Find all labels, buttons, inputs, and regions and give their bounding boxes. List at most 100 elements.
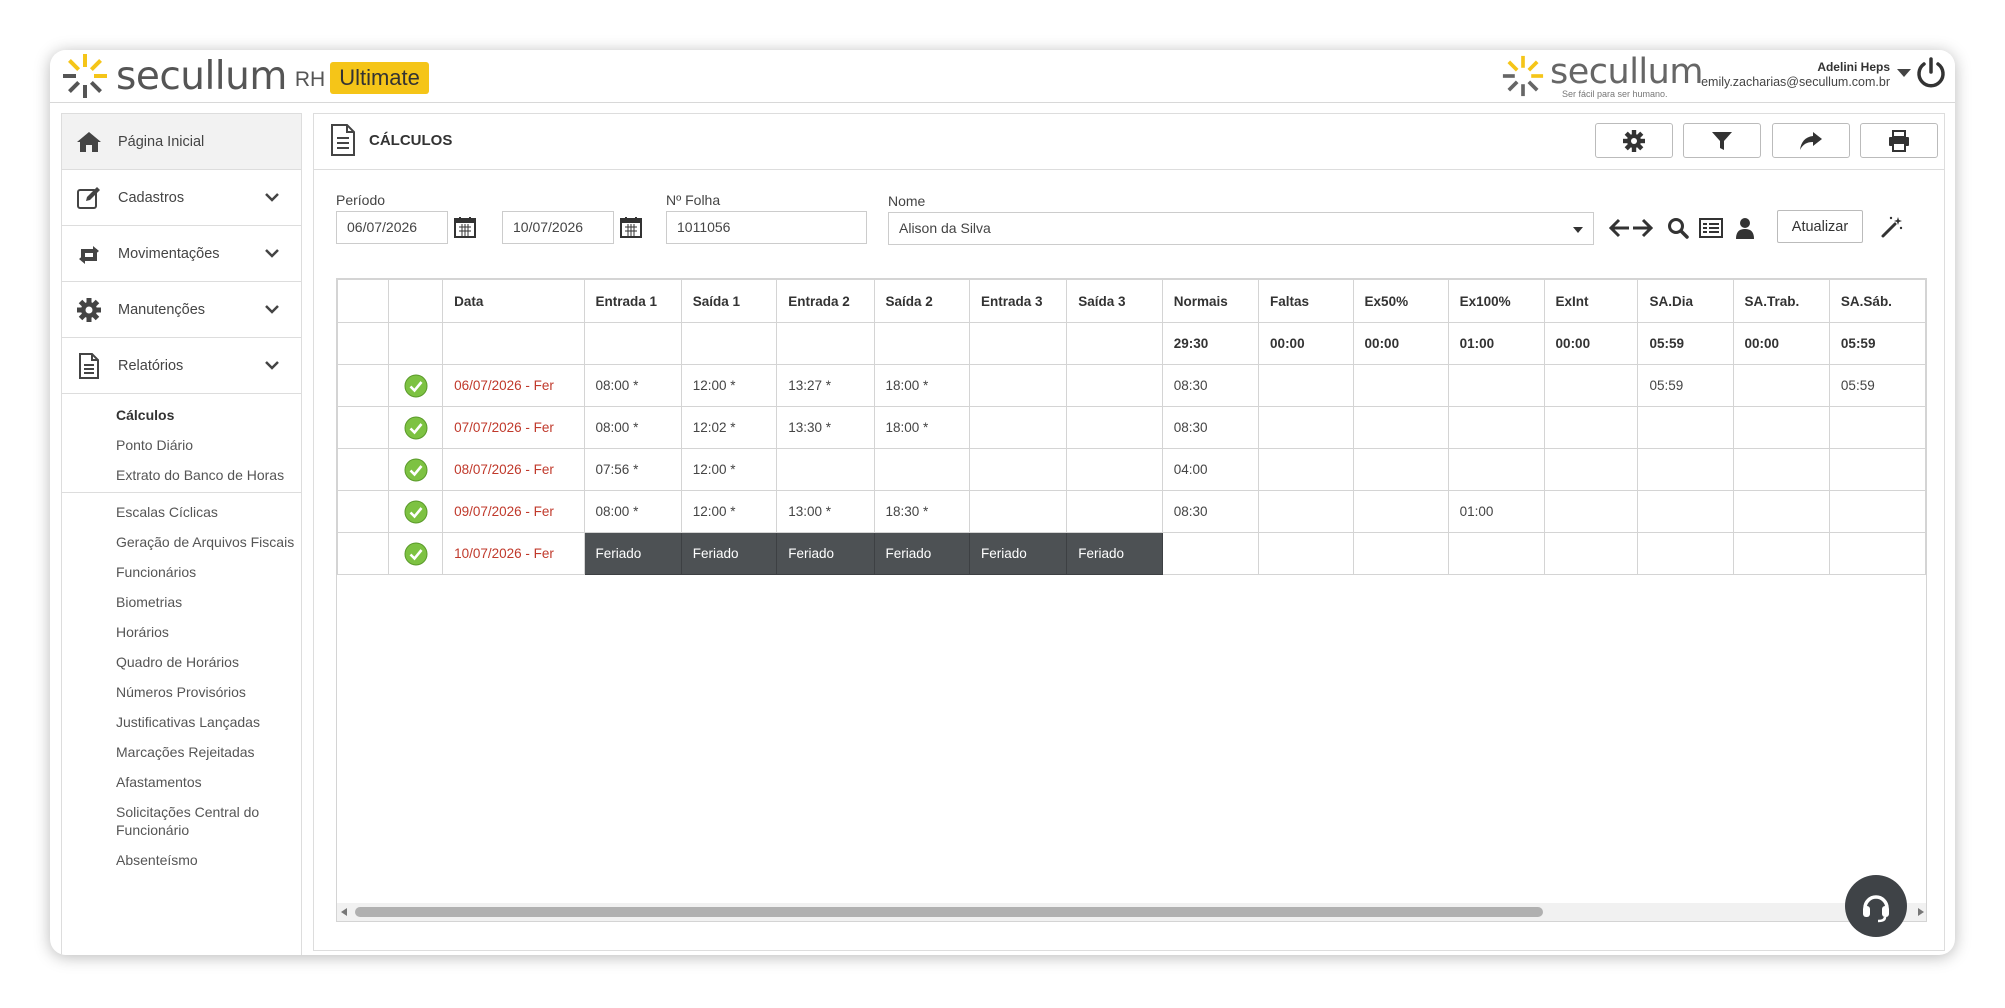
time-cell[interactable] (1161, 532, 1260, 575)
submenu-item-funcionarios[interactable]: Funcionários (62, 557, 301, 587)
user-icon[interactable] (1735, 217, 1755, 239)
time-cell[interactable] (1732, 490, 1830, 533)
submenu-item-afastamentos[interactable]: Afastamentos (62, 767, 301, 797)
submenu-item-extrato-banco-horas[interactable]: Extrato do Banco de Horas (62, 460, 301, 490)
row-select-cell[interactable] (337, 364, 390, 407)
column-header[interactable]: Saída 2 (873, 279, 970, 323)
time-cell[interactable]: 08:00 * (583, 364, 682, 407)
time-cell[interactable] (1258, 406, 1354, 449)
time-cell[interactable] (1066, 406, 1163, 449)
sidebar-item-relatorios[interactable]: Relatórios (62, 338, 301, 394)
submenu-item-marcacoes-rejeitadas[interactable]: Marcações Rejeitadas (62, 737, 301, 767)
nome-select[interactable]: Alison da Silva (888, 212, 1594, 245)
time-cell[interactable]: Feriado (968, 532, 1068, 575)
submenu-item-solicitacoes-central[interactable]: Solicitações Central do Funcionário (62, 797, 301, 845)
time-cell[interactable]: Feriado (583, 532, 682, 575)
time-cell[interactable] (968, 406, 1068, 449)
column-header[interactable]: Data (442, 279, 585, 323)
calendar-icon[interactable] (454, 216, 476, 238)
time-cell[interactable]: 12:02 * (680, 406, 778, 449)
time-cell[interactable]: 08:00 * (583, 406, 682, 449)
column-header[interactable]: Entrada 3 (968, 279, 1068, 323)
print-button[interactable] (1860, 123, 1938, 158)
time-cell[interactable]: 12:00 * (680, 364, 778, 407)
time-cell[interactable] (1637, 406, 1734, 449)
time-cell[interactable]: 13:00 * (776, 490, 875, 533)
time-cell[interactable]: 13:30 * (776, 406, 875, 449)
submenu-item-calculos[interactable]: Cálculos (62, 400, 301, 430)
time-cell[interactable]: 01:00 (1447, 490, 1545, 533)
time-cell[interactable] (1543, 490, 1639, 533)
table-row[interactable]: 09/07/2026 - Fer 08:00 * 12:00 * 13:00 * 18:… (337, 490, 1926, 533)
column-header[interactable]: Ex50% (1352, 279, 1449, 323)
time-cell[interactable] (1543, 406, 1639, 449)
time-cell[interactable]: 08:30 (1161, 490, 1260, 533)
row-select-cell[interactable] (337, 532, 390, 575)
column-header[interactable] (337, 279, 390, 323)
time-cell[interactable] (968, 490, 1068, 533)
time-cell[interactable] (1828, 490, 1926, 533)
time-cell[interactable]: 18:00 * (873, 406, 970, 449)
time-cell[interactable] (1066, 448, 1163, 491)
time-cell[interactable]: Feriado (873, 532, 970, 575)
submenu-item-ponto-diario[interactable]: Ponto Diário (62, 430, 301, 460)
time-cell[interactable]: 08:30 (1161, 364, 1260, 407)
time-cell[interactable] (1543, 364, 1639, 407)
time-cell[interactable] (1447, 532, 1545, 575)
scrollbar-thumb[interactable] (355, 907, 1543, 917)
filter-button[interactable] (1683, 123, 1761, 158)
table-row[interactable]: 06/07/2026 - Fer 08:00 * 12:00 * 13:27 * 18:… (337, 364, 1926, 407)
submenu-item-quadro-horarios[interactable]: Quadro de Horários (62, 647, 301, 677)
search-icon[interactable] (1667, 217, 1689, 239)
time-cell[interactable] (1637, 490, 1734, 533)
time-cell[interactable] (1447, 448, 1545, 491)
atualizar-button[interactable]: Atualizar (1777, 210, 1863, 243)
time-cell[interactable]: 12:00 * (680, 490, 778, 533)
share-button[interactable] (1772, 123, 1850, 158)
column-header[interactable]: Saída 1 (680, 279, 778, 323)
time-cell[interactable] (968, 364, 1068, 407)
table-row[interactable]: 08/07/2026 - Fer 07:56 * 12:00 * 04:00 (337, 448, 1926, 491)
horizontal-scrollbar[interactable] (337, 903, 1926, 921)
column-header[interactable]: SA.Sáb. (1828, 279, 1926, 323)
time-cell[interactable] (1543, 448, 1639, 491)
time-cell[interactable] (1732, 532, 1830, 575)
user-info[interactable]: Adelini Heps emily.zacharias@secullum.co… (1701, 60, 1890, 90)
settings-button[interactable] (1595, 123, 1673, 158)
time-cell[interactable] (1732, 406, 1830, 449)
row-select-cell[interactable] (337, 406, 390, 449)
column-header[interactable]: SA.Dia (1637, 279, 1734, 323)
time-cell[interactable] (1066, 364, 1163, 407)
magic-wand-icon[interactable] (1880, 215, 1904, 239)
navigate-arrows-icon[interactable] (1609, 217, 1653, 239)
row-select-cell[interactable] (337, 448, 390, 491)
calculations-grid[interactable]: Data Entrada 1 Saída 1 Entrada 2 Saída 2… (336, 278, 1927, 922)
time-cell[interactable] (1637, 448, 1734, 491)
date-cell[interactable]: 06/07/2026 - Fer (442, 364, 585, 407)
column-header[interactable]: Ex100% (1447, 279, 1545, 323)
time-cell[interactable]: 12:00 * (680, 448, 778, 491)
sidebar-item-cadastros[interactable]: Cadastros (62, 170, 301, 226)
time-cell[interactable] (1258, 364, 1354, 407)
submenu-item-escalas-ciclicas[interactable]: Escalas Cíclicas (62, 497, 301, 527)
sidebar-item-movimentacoes[interactable]: Movimentações (62, 226, 301, 282)
time-cell[interactable]: 04:00 (1161, 448, 1260, 491)
calendar-icon[interactable] (620, 216, 642, 238)
time-cell[interactable] (1543, 532, 1639, 575)
submenu-item-horarios[interactable]: Horários (62, 617, 301, 647)
sidebar-item-manutencoes[interactable]: Manutenções (62, 282, 301, 338)
column-header[interactable]: Saída 3 (1066, 279, 1163, 323)
time-cell[interactable]: 18:30 * (873, 490, 970, 533)
time-cell[interactable] (968, 448, 1068, 491)
power-icon[interactable] (1915, 55, 1947, 91)
time-cell[interactable] (1352, 532, 1449, 575)
scroll-right-icon[interactable] (1918, 908, 1924, 916)
time-cell[interactable] (1637, 532, 1734, 575)
scroll-left-icon[interactable] (341, 908, 347, 916)
time-cell[interactable]: 05:59 (1637, 364, 1734, 407)
submenu-item-geracao-arquivos-fiscais[interactable]: Geração de Arquivos Fiscais (62, 527, 301, 557)
time-cell[interactable]: 08:00 * (583, 490, 682, 533)
column-header[interactable]: Faltas (1258, 279, 1354, 323)
user-menu-caret-icon[interactable] (1897, 69, 1911, 77)
time-cell[interactable]: 05:59 (1828, 364, 1926, 407)
